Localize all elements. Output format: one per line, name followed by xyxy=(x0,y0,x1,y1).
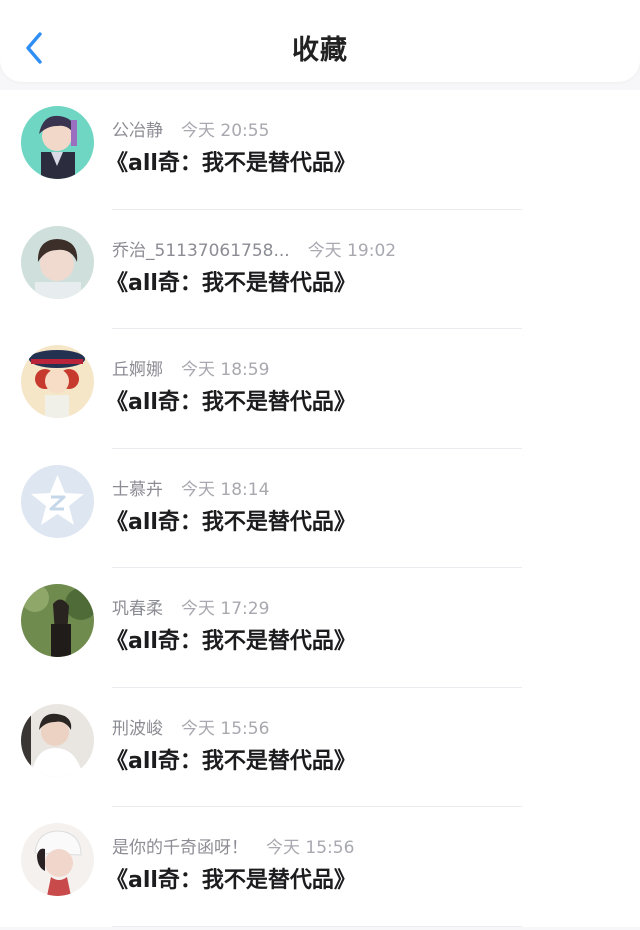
item-meta: 是你的千奇函呀！ 今天 15:56 xyxy=(112,833,354,858)
item-meta: 刑波峻 今天 15:56 xyxy=(112,714,269,739)
list-item[interactable]: 刑波峻 今天 15:56 《all奇：我不是替代品》 xyxy=(0,688,640,807)
user-name[interactable]: 公冶静 xyxy=(112,121,163,141)
message-text: 《all奇：我不是替代品》 xyxy=(106,868,356,893)
message-text: 《all奇：我不是替代品》 xyxy=(106,748,356,774)
item-meta: 巩春柔 今天 17:29 xyxy=(112,594,269,619)
user-name[interactable]: 巩春柔 xyxy=(112,599,163,619)
avatar-photo-man-white-shirt-icon xyxy=(21,703,94,777)
list-item[interactable]: 士慕卉 今天 18:14 《all奇：我不是替代品》 xyxy=(0,449,640,568)
user-name[interactable]: 丘婀娜 xyxy=(112,360,163,380)
message-text: 《all奇：我不是替代品》 xyxy=(106,390,356,415)
avatar[interactable] xyxy=(21,584,94,657)
message-text: 《all奇：我不是替代品》 xyxy=(106,270,356,296)
timestamp: 今天 20:55 xyxy=(181,121,270,141)
avatar[interactable] xyxy=(21,106,94,179)
timestamp: 今天 19:02 xyxy=(307,240,397,261)
timestamp: 今天 15:56 xyxy=(181,718,270,739)
avatar[interactable] xyxy=(21,225,94,299)
item-meta: 公冶静 今天 20:55 xyxy=(112,116,269,141)
favorites-list: 公冶静 今天 20:55 《all奇：我不是替代品》 乔治_51137061758… xyxy=(0,90,640,927)
avatar-illustrated-girl-hat-icon xyxy=(21,345,94,418)
timestamp: 今天 17:29 xyxy=(181,599,270,619)
list-item[interactable]: 巩春柔 今天 17:29 《all奇：我不是替代品》 xyxy=(0,568,640,688)
avatar[interactable] xyxy=(21,345,94,418)
list-item[interactable]: 公冶静 今天 20:55 《all奇：我不是替代品》 xyxy=(0,90,640,210)
user-name[interactable]: 乔治_51137061758... xyxy=(112,241,290,261)
item-meta: 乔治_51137061758... 今天 19:02 xyxy=(112,236,396,261)
user-name[interactable]: 是你的千奇函呀！ xyxy=(112,838,248,858)
message-text: 《all奇：我不是替代品》 xyxy=(106,509,356,535)
message-text: 《all奇：我不是替代品》 xyxy=(106,629,356,654)
avatar[interactable] xyxy=(21,703,94,777)
list-item[interactable]: 是你的千奇函呀！ 今天 15:56 《all奇：我不是替代品》 xyxy=(0,807,640,927)
divider xyxy=(112,925,522,927)
timestamp: 今天 15:56 xyxy=(266,838,355,858)
user-name[interactable]: 刑波峻 xyxy=(112,719,163,739)
user-name[interactable]: 士慕卉 xyxy=(112,480,163,500)
page-title: 收藏 xyxy=(292,35,348,66)
list-item[interactable]: 乔治_51137061758... 今天 19:02 《all奇：我不是替代品》 xyxy=(0,210,640,329)
list-item[interactable]: 丘婀娜 今天 18:59 《all奇：我不是替代品》 xyxy=(0,329,640,449)
avatar-photo-man-icon xyxy=(21,225,94,299)
avatar[interactable] xyxy=(21,464,94,538)
avatar-photo-girl-white-cap-icon xyxy=(21,823,94,896)
message-text: 《all奇：我不是替代品》 xyxy=(106,151,356,176)
item-meta: 丘婀娜 今天 18:59 xyxy=(112,355,269,380)
top-bar: 收藏 xyxy=(0,0,640,82)
avatar-photo-forest-girl-icon xyxy=(21,584,94,657)
timestamp: 今天 18:14 xyxy=(181,479,270,500)
avatar[interactable] xyxy=(21,823,94,896)
avatar-anime-boy-icon xyxy=(21,106,94,179)
timestamp: 今天 18:59 xyxy=(181,360,270,380)
qzone-star-icon xyxy=(21,464,94,538)
item-meta: 士慕卉 今天 18:14 xyxy=(112,475,269,500)
